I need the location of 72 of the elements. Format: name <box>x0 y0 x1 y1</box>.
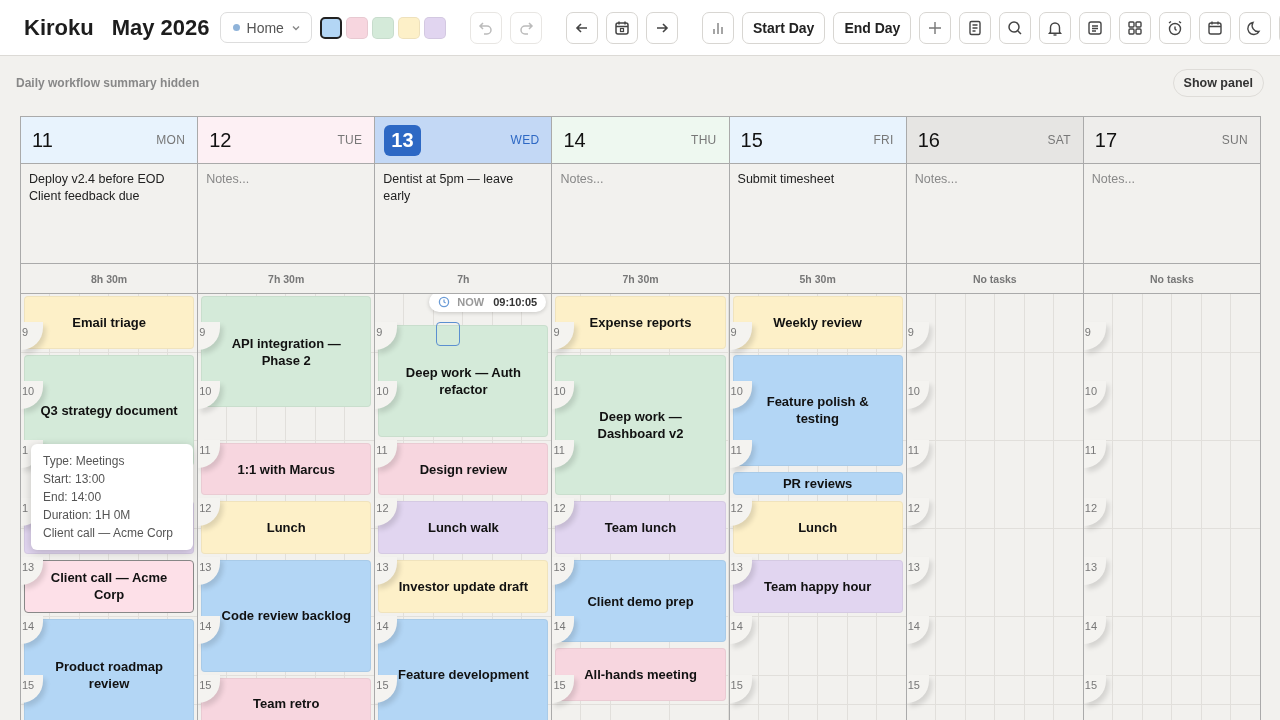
hour-label: 14 <box>729 615 752 644</box>
app-name: Kiroku <box>24 14 94 41</box>
color-swatch[interactable] <box>319 16 342 39</box>
weekday-label: WED <box>510 133 540 147</box>
show-panel-button[interactable]: Show panel <box>1172 69 1264 97</box>
month-title: May 2026 <box>111 14 210 41</box>
hour-label: 15 <box>906 674 929 703</box>
day-total: 5h 30m <box>729 264 906 294</box>
weekday-label: TUE <box>337 133 363 147</box>
notes-icon <box>1086 18 1105 37</box>
hour-label: 14 <box>906 615 929 644</box>
day-action-button[interactable]: Start Day <box>741 11 826 44</box>
calendar-button[interactable] <box>1199 11 1232 44</box>
day-number: 17 <box>1093 127 1119 153</box>
today-button[interactable] <box>605 11 638 44</box>
hour-label: 10 <box>198 381 221 410</box>
hour-label: 11 <box>1083 439 1106 468</box>
next-week-button[interactable] <box>645 11 678 44</box>
day-total: 7h 30m <box>198 264 375 294</box>
hour-label: 14 <box>375 615 398 644</box>
notifications-button[interactable] <box>1039 11 1072 44</box>
hour-label: 11 <box>198 439 221 468</box>
weekday-label: SUN <box>1221 133 1248 147</box>
timer-button[interactable] <box>1159 11 1192 44</box>
hour-label: 11 <box>375 439 398 468</box>
previous-week-button[interactable] <box>565 11 598 44</box>
hour-label: 9 <box>906 322 929 351</box>
dark-mode-button[interactable] <box>1239 11 1272 44</box>
current-time-marker <box>436 322 461 346</box>
hour-label: 13 <box>1083 557 1106 586</box>
document-button[interactable] <box>959 11 992 44</box>
day-number: 13 <box>384 124 421 156</box>
notes-field[interactable]: Submit timesheet <box>729 164 906 264</box>
day-total: No tasks <box>906 264 1083 294</box>
day-action-button[interactable]: End Day <box>833 11 912 44</box>
hour-label: 9 <box>1083 322 1106 351</box>
day-number: 15 <box>739 127 764 153</box>
hour-label: 10 <box>1083 381 1106 410</box>
grid-view-button[interactable] <box>1119 11 1152 44</box>
event-block[interactable]: PR reviews <box>732 472 903 496</box>
workspace-dropdown[interactable]: Home <box>219 12 312 43</box>
current-time-badge: NOW 09:10:05 <box>429 294 547 312</box>
day-number: 16 <box>916 127 941 153</box>
hour-label: 14 <box>1083 615 1106 644</box>
event-tooltip: Type: Meetings Start: 13:00 End: 14:00 Duration: 1H 0M Client call — Acme Corp <box>31 444 193 550</box>
weekday-label: THU <box>691 133 717 147</box>
day-total: 7h 30m <box>552 264 729 294</box>
hour-label: 15 <box>198 674 221 703</box>
stats-button[interactable] <box>701 11 734 44</box>
hour-label: 10 <box>906 381 929 410</box>
day-number: 14 <box>562 127 587 153</box>
day-total: No tasks <box>1083 264 1260 294</box>
day-number: 11 <box>31 127 54 153</box>
weekday-label: SAT <box>1047 133 1071 147</box>
hour-label: 14 <box>21 615 43 644</box>
hour-label: 12 <box>1083 498 1106 527</box>
day-total: 8h 30m <box>21 264 198 294</box>
grid-icon <box>1126 18 1145 37</box>
notes-button[interactable] <box>1079 11 1112 44</box>
search-button[interactable] <box>999 11 1032 44</box>
notes-field[interactable]: Deploy v2.4 before EOD Client feedback due <box>21 164 198 264</box>
summary-status: Daily workflow summary hidden <box>16 76 200 90</box>
day-number: 12 <box>208 127 233 153</box>
hour-label: 13 <box>906 557 929 586</box>
add-button[interactable] <box>919 11 952 44</box>
weekday-label: MON <box>156 133 186 147</box>
hour-label: 15 <box>1083 674 1106 703</box>
hour-label: 11 <box>906 439 929 468</box>
notes-field[interactable]: Dentist at 5pm — leave early <box>375 164 552 264</box>
hour-label: 12 <box>906 498 929 527</box>
hour-label: 15 <box>729 674 752 703</box>
weekday-label: FRI <box>873 133 894 147</box>
